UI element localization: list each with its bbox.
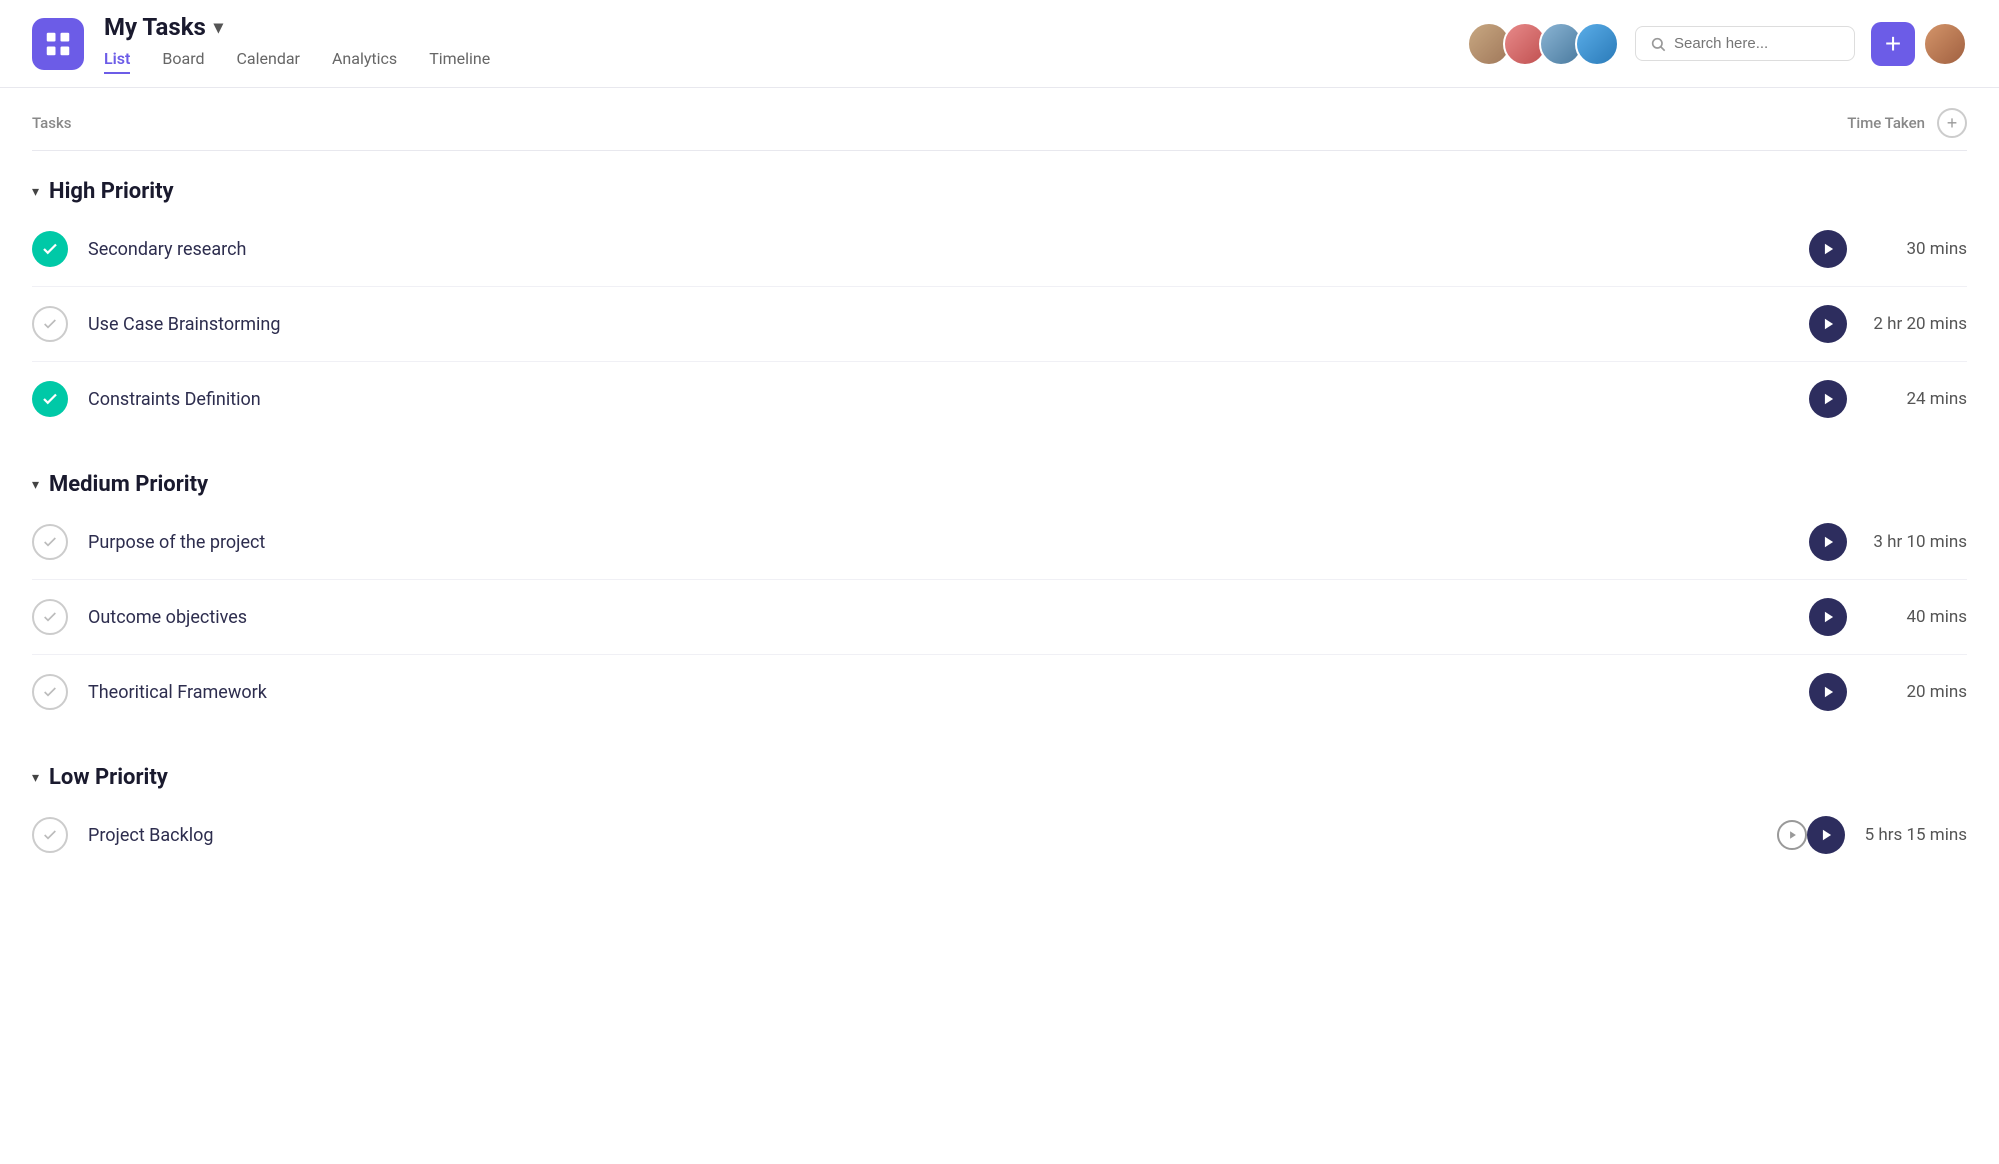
task-time-value: 40 mins	[1867, 607, 1967, 627]
task-name: Use Case Brainstorming	[88, 314, 1809, 335]
col-header-right: Time Taken +	[1847, 108, 1967, 138]
task-time-value: 2 hr 20 mins	[1867, 314, 1967, 334]
task-checkbox[interactable]	[32, 231, 68, 267]
column-header: Tasks Time Taken +	[32, 88, 1967, 151]
avatar-group	[1467, 22, 1619, 66]
header: My Tasks ▾ List Board Calendar Analytics Tim…	[0, 0, 1999, 88]
task-time-value: 3 hr 10 mins	[1867, 532, 1967, 552]
page-title[interactable]: My Tasks ▾	[104, 13, 490, 41]
play-timer-button[interactable]	[1807, 816, 1845, 854]
chevron-down-icon: ▾	[32, 770, 39, 786]
task-checkbox[interactable]	[32, 599, 68, 635]
search-input[interactable]	[1674, 35, 1840, 52]
tasks-column-label: Tasks	[32, 114, 72, 132]
chevron-down-icon: ▾	[32, 184, 39, 200]
task-time-value: 30 mins	[1867, 239, 1967, 259]
avatar-user-4[interactable]	[1575, 22, 1619, 66]
outline-play-button[interactable]	[1777, 820, 1807, 850]
priorities-container: ▾ High Priority Secondary research 30 mi…	[32, 151, 1967, 880]
task-right-controls: 2 hr 20 mins	[1809, 305, 1967, 343]
logo-icon	[43, 29, 73, 59]
task-right-controls: 24 mins	[1809, 380, 1967, 418]
chevron-down-icon: ▾	[32, 477, 39, 493]
priority-section-medium: ▾ Medium Priority Purpose of the project…	[32, 444, 1967, 737]
nav-tabs: List Board Calendar Analytics Timeline	[104, 49, 490, 74]
tab-analytics[interactable]: Analytics	[332, 49, 397, 74]
search-box	[1635, 26, 1855, 61]
task-checkbox[interactable]	[32, 381, 68, 417]
task-right-controls: 20 mins	[1809, 673, 1967, 711]
task-row: Project Backlog 5 hrs 15 mins	[32, 798, 1967, 872]
add-column-button[interactable]: +	[1937, 108, 1967, 138]
task-name: Project Backlog	[88, 825, 1777, 846]
priority-header-medium[interactable]: ▾ Medium Priority	[32, 472, 1967, 497]
task-checkbox[interactable]	[32, 524, 68, 560]
task-time-value: 24 mins	[1867, 389, 1967, 409]
play-timer-button[interactable]	[1809, 230, 1847, 268]
task-row: Use Case Brainstorming 2 hr 20 mins	[32, 287, 1967, 362]
task-name: Secondary research	[88, 239, 1809, 260]
priority-section-high: ▾ High Priority Secondary research 30 mi…	[32, 151, 1967, 444]
task-name: Theoritical Framework	[88, 682, 1809, 703]
task-checkbox[interactable]	[32, 674, 68, 710]
time-taken-label: Time Taken	[1847, 114, 1925, 132]
current-user-avatar[interactable]	[1923, 22, 1967, 66]
title-nav-area: My Tasks ▾ List Board Calendar Analytics Tim…	[104, 13, 490, 74]
task-row: Theoritical Framework 20 mins	[32, 655, 1967, 729]
task-time-value: 20 mins	[1867, 682, 1967, 702]
tab-timeline[interactable]: Timeline	[429, 49, 490, 74]
task-name: Constraints Definition	[88, 389, 1809, 410]
main-content: Tasks Time Taken + ▾ High Priority Secon…	[0, 88, 1999, 880]
priority-title-medium: Medium Priority	[49, 472, 208, 497]
task-checkbox[interactable]	[32, 306, 68, 342]
add-button[interactable]: +	[1871, 22, 1915, 66]
play-timer-button[interactable]	[1809, 523, 1847, 561]
priority-title-low: Low Priority	[49, 765, 168, 790]
page-title-text: My Tasks	[104, 13, 206, 41]
task-checkbox[interactable]	[32, 817, 68, 853]
header-right: +	[1467, 22, 1967, 66]
task-row: Constraints Definition 24 mins	[32, 362, 1967, 436]
task-name: Purpose of the project	[88, 532, 1809, 553]
app-logo	[32, 18, 84, 70]
task-name: Outcome objectives	[88, 607, 1809, 628]
play-timer-button[interactable]	[1809, 673, 1847, 711]
priority-header-high[interactable]: ▾ High Priority	[32, 179, 1967, 204]
task-time-value: 5 hrs 15 mins	[1865, 825, 1967, 845]
priority-section-low: ▾ Low Priority Project Backlog 5 hrs 15 …	[32, 737, 1967, 880]
priority-title-high: High Priority	[49, 179, 174, 204]
task-right-controls: 5 hrs 15 mins	[1807, 816, 1967, 854]
chevron-down-icon: ▾	[214, 17, 223, 38]
search-icon	[1650, 36, 1666, 52]
play-timer-button[interactable]	[1809, 598, 1847, 636]
task-row: Purpose of the project 3 hr 10 mins	[32, 505, 1967, 580]
task-row: Secondary research 30 mins	[32, 212, 1967, 287]
priority-header-low[interactable]: ▾ Low Priority	[32, 765, 1967, 790]
tab-calendar[interactable]: Calendar	[237, 49, 300, 74]
task-row: Outcome objectives 40 mins	[32, 580, 1967, 655]
task-right-controls: 3 hr 10 mins	[1809, 523, 1967, 561]
task-right-controls: 30 mins	[1809, 230, 1967, 268]
tab-board[interactable]: Board	[162, 49, 204, 74]
tab-list[interactable]: List	[104, 49, 130, 74]
play-timer-button[interactable]	[1809, 380, 1847, 418]
play-timer-button[interactable]	[1809, 305, 1847, 343]
task-right-controls: 40 mins	[1809, 598, 1967, 636]
